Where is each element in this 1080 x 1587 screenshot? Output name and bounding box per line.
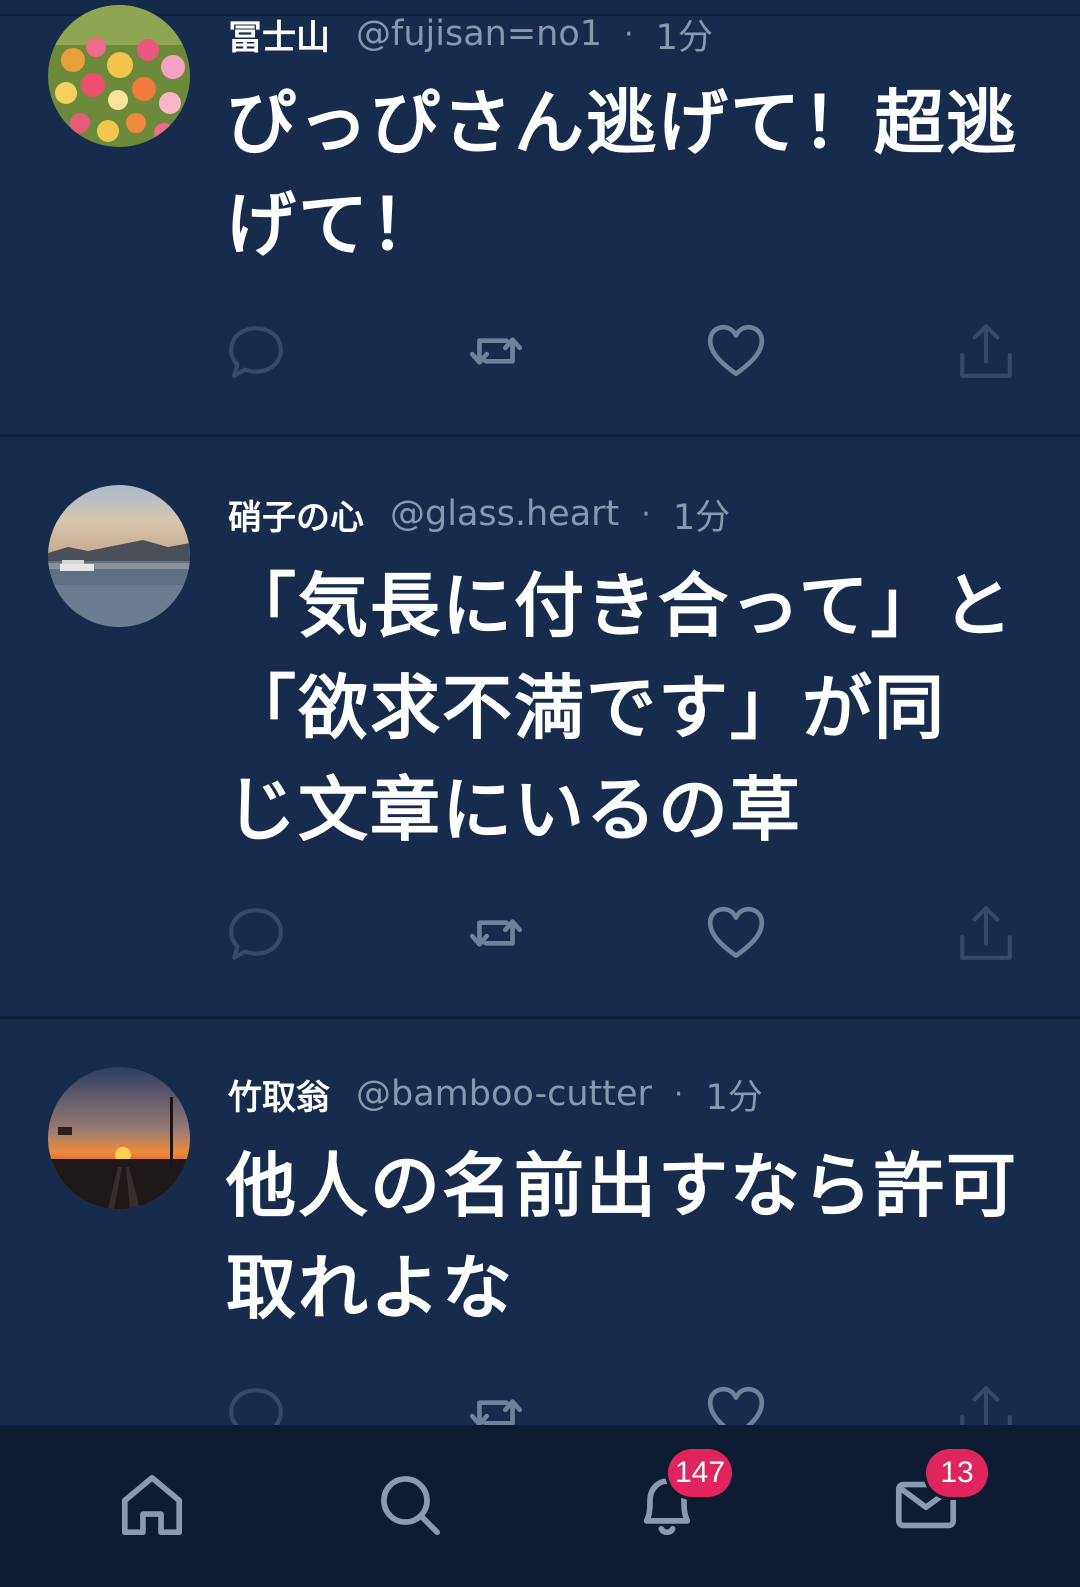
tab-home[interactable] <box>112 1465 192 1545</box>
reply-button[interactable] <box>220 1377 292 1425</box>
display-name[interactable]: 硝子の心 <box>228 490 364 539</box>
share-button[interactable] <box>950 1377 1022 1425</box>
reply-button[interactable] <box>220 897 292 969</box>
reply-icon <box>229 326 283 378</box>
reply-icon <box>229 908 283 960</box>
bottom-tab-bar <box>0 1425 1080 1587</box>
tweet-card[interactable]: 硝子の心 @glass.heart · 1分 「気長に付き合って」と「欲求不満で… <box>0 437 1080 1019</box>
tweet-actions <box>0 315 1080 395</box>
user-handle[interactable]: @fujisan=no1 <box>356 14 602 54</box>
tweet-card[interactable]: 竹取翁 @bamboo-cutter · 1分 他人の名前出すなら許可取れよな <box>0 1019 1080 1425</box>
tweet-actions <box>0 897 1080 977</box>
like-icon <box>707 324 765 377</box>
display-name[interactable]: 冨士山 <box>228 10 330 59</box>
share-icon <box>960 1386 1012 1425</box>
separator-dot: · <box>673 1076 684 1112</box>
timestamp[interactable]: 1分 <box>705 1069 762 1120</box>
user-handle[interactable]: @bamboo-cutter <box>356 1074 652 1114</box>
share-button[interactable] <box>950 897 1022 969</box>
like-button[interactable] <box>700 315 772 387</box>
avatar[interactable] <box>48 1067 190 1209</box>
tweet-header: 硝子の心 @glass.heart · 1分 <box>228 489 730 539</box>
tweet-card[interactable]: 冨士山 @fujisan=no1 · 1分 ぴっぴさん逃げて！超逃げて！ <box>0 0 1080 437</box>
retweet-icon <box>469 919 523 947</box>
like-button[interactable] <box>700 897 772 969</box>
share-icon <box>960 324 1012 378</box>
retweet-button[interactable] <box>460 897 532 969</box>
retweet-icon <box>469 337 523 365</box>
timestamp[interactable]: 1分 <box>673 489 730 540</box>
user-handle[interactable]: @glass.heart <box>390 494 619 534</box>
separator-dot: · <box>641 496 651 532</box>
retweet-icon <box>469 1399 523 1425</box>
timeline-feed[interactable]: 冨士山 @fujisan=no1 · 1分 ぴっぴさん逃げて！超逃げて！ 硝子の… <box>0 0 1080 1425</box>
reply-button[interactable] <box>220 315 292 387</box>
messages-badge: 13 <box>926 1449 988 1497</box>
notifications-badge: 147 <box>668 1449 732 1497</box>
share-button[interactable] <box>950 315 1022 387</box>
tab-search[interactable] <box>370 1465 450 1545</box>
home-icon <box>121 1474 183 1536</box>
like-icon <box>707 1386 765 1425</box>
avatar[interactable] <box>48 485 190 627</box>
reply-icon <box>229 1388 283 1425</box>
separator-dot: · <box>624 16 634 52</box>
search-icon <box>381 1476 441 1536</box>
tweet-text: 他人の名前出すなら許可取れよな <box>226 1145 1018 1329</box>
tweet-actions <box>0 1377 1080 1425</box>
display-name[interactable]: 竹取翁 <box>228 1070 330 1119</box>
like-button[interactable] <box>700 1377 772 1425</box>
share-icon <box>960 906 1012 960</box>
avatar[interactable] <box>48 5 190 147</box>
tweet-text: 「気長に付き合って」と「欲求不満です」が同じ文章にいるの草 <box>226 565 1015 851</box>
tweet-header: 竹取翁 @bamboo-cutter · 1分 <box>228 1069 763 1119</box>
retweet-button[interactable] <box>460 315 532 387</box>
like-icon <box>707 906 765 959</box>
retweet-button[interactable] <box>460 1377 532 1425</box>
tweet-header: 冨士山 @fujisan=no1 · 1分 <box>228 9 713 59</box>
timestamp[interactable]: 1分 <box>656 9 713 60</box>
tweet-text: ぴっぴさん逃げて！超逃げて！ <box>226 82 1018 266</box>
